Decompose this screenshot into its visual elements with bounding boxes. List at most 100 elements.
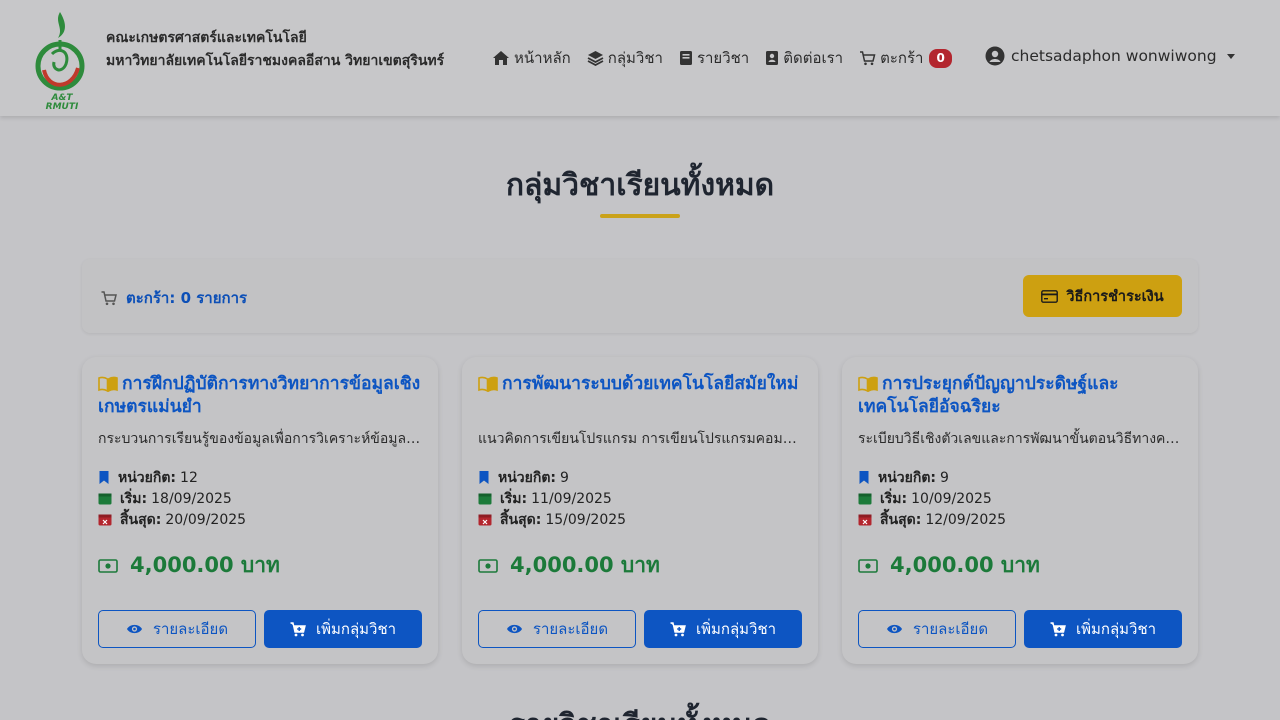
end-date-row: สิ้นสุด: 12/09/2025 [858, 509, 1006, 530]
university-name: มหาวิทยาลัยเทคโนโลยีราชมงคลอีสาน วิทยาเข… [106, 53, 445, 69]
course-description: กระบวนการเรียนรู้ของข้อมูลเพื่อการวิเครา… [98, 431, 422, 447]
nav-subjects[interactable]: รายวิชา [679, 46, 749, 70]
main-nav: หน้าหลัก กลุ่มวิชา รายวิชา ติดต่อเรา ตะก… [492, 46, 968, 70]
course-card: การพัฒนาระบบด้วยเทคโนโลยีสมัยใหม่ แนวคิด… [462, 357, 818, 664]
chevron-down-icon [1226, 53, 1235, 59]
nav-home-label: หน้าหลัก [514, 49, 571, 67]
money-bill-icon [478, 558, 498, 573]
nav-subjects-label: รายวิชา [696, 49, 750, 67]
view-detail-button[interactable]: รายละเอียด [478, 610, 636, 648]
view-detail-label: รายละเอียด [912, 620, 989, 638]
credits-label: หน่วยกิต: [878, 469, 937, 486]
add-to-cart-button[interactable]: เพิ่มกลุ่มวิชา [1024, 610, 1182, 648]
end-date: 12/09/2025 [925, 511, 1007, 528]
course-card: การฝึกปฏิบัติการทางวิทยาการข้อมูลเชิงเกษ… [82, 357, 438, 664]
cart-summary-bar: ตะกร้า: 0 รายการ วิธีการชำระเงิน [82, 259, 1198, 333]
add-to-cart-button[interactable]: เพิ่มกลุ่มวิชา [644, 610, 802, 648]
book-icon [679, 51, 692, 65]
payment-method-label: วิธีการชำระเงิน [1066, 288, 1164, 305]
course-meta: หน่วยกิต: 9 เริ่ม: 10/09/2025 สิ้นสุด: 1… [858, 467, 1006, 530]
view-detail-button[interactable]: รายละเอียด [858, 610, 1016, 648]
add-to-cart-label: เพิ่มกลุ่มวิชา [315, 620, 397, 638]
nav-groups-label: กลุ่มวิชา [607, 49, 663, 67]
home-icon [493, 51, 509, 65]
course-title-link[interactable]: การฝึกปฏิบัติการทางวิทยาการข้อมูลเชิงเกษ… [98, 373, 428, 419]
course-price-value: 4,000.00 บาท [890, 553, 1040, 577]
cart-plus-icon [670, 621, 686, 636]
bookmark-icon [99, 471, 109, 484]
course-title-link[interactable]: การพัฒนาระบบด้วยเทคโนโลยีสมัยใหม่ [478, 373, 808, 396]
course-title: การประยุกต์ปัญญาประดิษฐ์และเทคโนโลยีอัจฉ… [858, 374, 1119, 417]
faculty-name: คณะเกษตรศาสตร์และเทคโนโลยี [106, 30, 307, 46]
cart-icon [101, 291, 117, 306]
nav-groups[interactable]: กลุ่มวิชา [587, 46, 663, 70]
money-bill-icon [858, 558, 878, 573]
course-title-link[interactable]: การประยุกต์ปัญญาประดิษฐ์และเทคโนโลยีอัจฉ… [858, 373, 1188, 419]
credits-label: หน่วยกิต: [118, 469, 177, 486]
calendar-x-icon [98, 514, 112, 526]
credits-value: 9 [560, 469, 569, 486]
course-price: 4,000.00 บาท [478, 549, 660, 582]
start-label: เริ่ม: [880, 490, 908, 507]
cart-summary: ตะกร้า: 0 รายการ [100, 286, 247, 310]
page-title: กลุ่มวิชาเรียนทั้งหมด [505, 168, 775, 203]
course-meta: หน่วยกิต: 12 เริ่ม: 18/09/2025 สิ้นสุด: … [98, 467, 246, 530]
next-section-title: รายวิชาเรียนทั้งหมด [0, 702, 1280, 720]
credits-value: 9 [940, 469, 949, 486]
course-card: การประยุกต์ปัญญาประดิษฐ์และเทคโนโลยีอัจฉ… [842, 357, 1198, 664]
course-meta: หน่วยกิต: 9 เริ่ม: 11/09/2025 สิ้นสุด: 1… [478, 467, 626, 530]
course-price-value: 4,000.00 บาท [510, 553, 660, 577]
start-date: 18/09/2025 [151, 490, 232, 507]
eye-icon [506, 624, 522, 634]
payment-method-button[interactable]: วิธีการชำระเงิน [1023, 275, 1182, 317]
credits-row: หน่วยกิต: 9 [478, 467, 626, 488]
course-description: แนวคิดการเขียนโปรแกรม การเขียนโปรแกรมคอม… [478, 431, 802, 447]
start-date: 10/09/2025 [911, 490, 992, 507]
end-date-row: สิ้นสุด: 15/09/2025 [478, 509, 626, 530]
eye-icon [886, 624, 902, 634]
user-name: chetsadaphon wonwiwong [1011, 47, 1217, 65]
cart-plus-icon [290, 621, 306, 636]
cart-count-badge: 0 [929, 48, 952, 68]
faculty-logo: A&T RMUTI [34, 10, 86, 112]
layers-icon [587, 51, 604, 66]
eye-icon [126, 624, 142, 634]
calendar-icon [858, 493, 872, 505]
start-label: เริ่ม: [500, 490, 528, 507]
money-bill-icon [98, 558, 118, 573]
course-title: การพัฒนาระบบด้วยเทคโนโลยีสมัยใหม่ [502, 374, 799, 394]
nav-contact[interactable]: ติดต่อเรา [765, 46, 843, 70]
bookmark-icon [859, 471, 869, 484]
start-date-row: เริ่ม: 10/09/2025 [858, 488, 1006, 509]
user-menu[interactable]: chetsadaphon wonwiwong [985, 46, 1235, 66]
bookmark-icon [479, 471, 489, 484]
calendar-x-icon [858, 514, 872, 526]
open-book-icon [478, 376, 498, 392]
add-to-cart-button[interactable]: เพิ่มกลุ่มวิชา [264, 610, 422, 648]
credits-row: หน่วยกิต: 9 [858, 467, 1006, 488]
course-price: 4,000.00 บาท [98, 549, 280, 582]
navbar: A&T RMUTI คณะเกษตรศาสตร์และเทคโนโลยี มหา… [0, 0, 1280, 116]
view-detail-label: รายละเอียด [152, 620, 229, 638]
add-to-cart-label: เพิ่มกลุ่มวิชา [695, 620, 777, 638]
view-detail-button[interactable]: รายละเอียด [98, 610, 256, 648]
end-label: สิ้นสุด: [880, 511, 922, 528]
course-title: การฝึกปฏิบัติการทางวิทยาการข้อมูลเชิงเกษ… [98, 374, 421, 417]
nav-contact-label: ติดต่อเรา [783, 49, 844, 67]
title-underline [600, 214, 680, 218]
view-detail-label: รายละเอียด [532, 620, 609, 638]
nav-cart[interactable]: ตะกร้า 0 [859, 46, 952, 70]
calendar-x-icon [478, 514, 492, 526]
end-label: สิ้นสุด: [500, 511, 542, 528]
start-date-row: เริ่ม: 11/09/2025 [478, 488, 626, 509]
start-date: 11/09/2025 [531, 490, 612, 507]
end-label: สิ้นสุด: [120, 511, 162, 528]
brand[interactable]: A&T RMUTI คณะเกษตรศาสตร์และเทคโนโลยี มหา… [34, 10, 445, 112]
cart-icon [860, 51, 876, 66]
open-book-icon [98, 376, 118, 392]
contact-card-icon [766, 51, 779, 65]
end-date: 15/09/2025 [545, 511, 627, 528]
nav-home[interactable]: หน้าหลัก [492, 46, 571, 70]
end-date: 20/09/2025 [165, 511, 247, 528]
logo-text: A&T RMUTI [45, 93, 79, 112]
